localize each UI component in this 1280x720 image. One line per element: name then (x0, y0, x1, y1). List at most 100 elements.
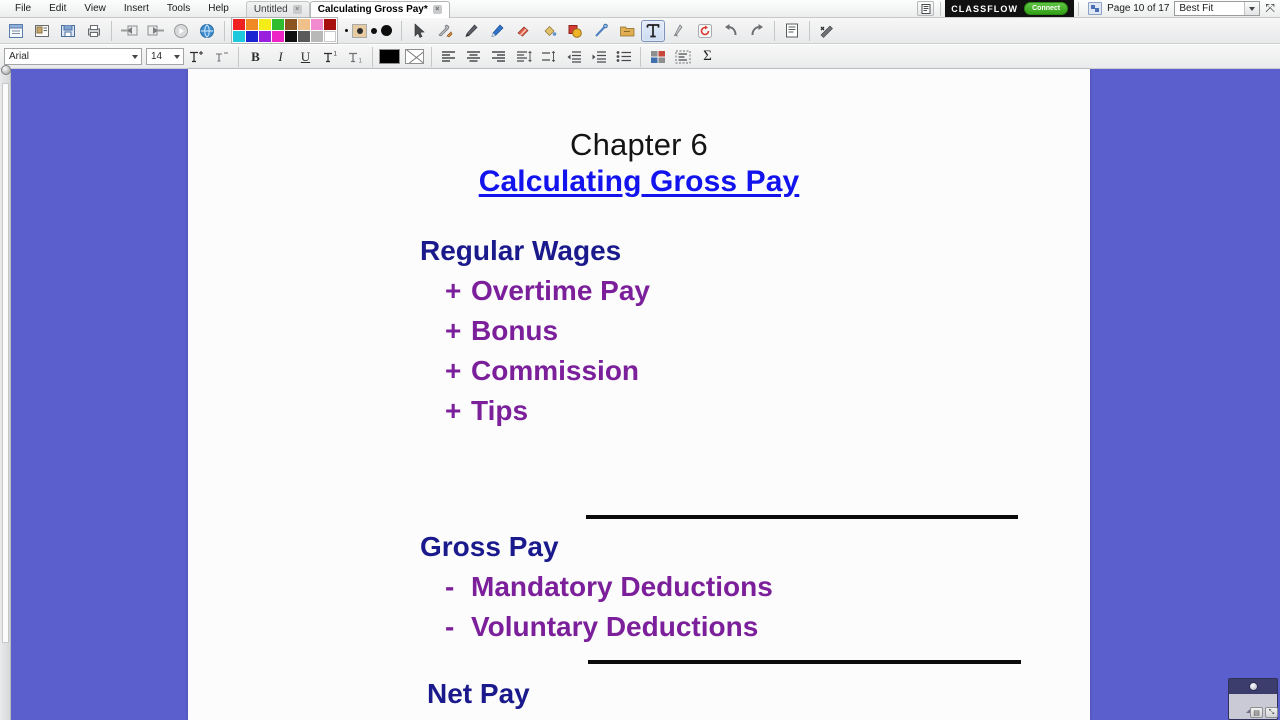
text-color-button[interactable] (378, 47, 401, 67)
align-left-button[interactable] (437, 47, 460, 67)
flipchart-page[interactable]: Chapter 6 Calculating Gross Pay Regular … (188, 69, 1090, 720)
play-button[interactable] (169, 20, 193, 42)
subscript-button[interactable]: 1 (344, 47, 367, 67)
connector-tool[interactable] (589, 20, 613, 42)
browser-button[interactable] (195, 20, 219, 42)
paragraph-spacing-button[interactable] (537, 47, 560, 67)
select-tool[interactable] (407, 20, 431, 42)
pen-tool[interactable] (459, 20, 483, 42)
pen-width-current[interactable] (352, 23, 367, 38)
open-flipchart-button[interactable] (30, 20, 54, 42)
fullscreen-icon[interactable]: ⤧ (1260, 1, 1280, 16)
palette-swatch-5[interactable] (298, 19, 310, 30)
palette-swatch-14[interactable] (311, 31, 323, 42)
gross-line-4[interactable]: + Tips (420, 391, 1060, 431)
menu-view[interactable]: View (75, 1, 115, 17)
chevron-down-icon[interactable] (128, 49, 141, 64)
align-right-button[interactable] (487, 47, 510, 67)
math-tools-button[interactable] (815, 20, 839, 42)
rail-scrollbar[interactable] (2, 83, 9, 643)
close-icon[interactable]: × (432, 5, 442, 14)
increase-indent-button[interactable] (587, 47, 610, 67)
font-family-select[interactable]: Arial (4, 48, 142, 65)
decrease-font-size-button[interactable] (210, 47, 233, 67)
tab-calculating-gross-pay[interactable]: Calculating Gross Pay* × (309, 0, 450, 18)
decrease-indent-button[interactable] (562, 47, 585, 67)
palette-swatch-6[interactable] (311, 19, 323, 30)
palette-swatch-8[interactable] (233, 31, 245, 42)
widget-badge-resize-icon[interactable]: ⤡ (1265, 707, 1278, 718)
save-flipchart-button[interactable] (56, 20, 80, 42)
gross-line-2[interactable]: + Bonus (420, 311, 1060, 351)
gross-line-1[interactable]: + Overtime Pay (420, 271, 1060, 311)
fill-color-button[interactable] (403, 47, 426, 67)
palette-swatch-1[interactable] (246, 19, 258, 30)
toolbox-tool[interactable] (433, 20, 457, 42)
palette-swatch-15[interactable] (324, 31, 336, 42)
palette-swatch-11[interactable] (272, 31, 284, 42)
notes-panel-button[interactable] (917, 1, 935, 16)
menu-insert[interactable]: Insert (115, 1, 158, 17)
palette-swatch-7[interactable] (324, 19, 336, 30)
underline-button[interactable]: U (294, 47, 317, 67)
zoom-fit-select[interactable]: Best Fit (1174, 1, 1261, 16)
color-palette[interactable] (231, 17, 338, 44)
superscript-button[interactable]: 1 (319, 47, 342, 67)
shape-tool[interactable] (563, 20, 587, 42)
palette-swatch-9[interactable] (246, 31, 258, 42)
palette-swatch-3[interactable] (272, 19, 284, 30)
highlighter-tool[interactable] (485, 20, 509, 42)
pen-width-small[interactable] (371, 27, 377, 34)
tab-untitled[interactable]: Untitled × (245, 0, 310, 18)
text-box-button[interactable] (671, 47, 694, 67)
next-page-button[interactable] (143, 20, 167, 42)
palette-swatch-12[interactable] (285, 31, 297, 42)
gross-line-0[interactable]: Regular Wages (420, 231, 1060, 271)
palette-swatch-2[interactable] (259, 19, 271, 30)
print-flipchart-button[interactable] (82, 20, 106, 42)
resource-tool[interactable] (615, 20, 639, 42)
notes-button[interactable] (780, 20, 804, 42)
palette-swatch-13[interactable] (298, 31, 310, 42)
fill-tool[interactable] (537, 20, 561, 42)
new-flipchart-button[interactable] (4, 20, 28, 42)
close-icon[interactable]: × (292, 5, 302, 14)
pen-width-tiny[interactable] (345, 29, 348, 32)
net-line-0[interactable]: Gross Pay (420, 527, 1070, 567)
line-spacing-button[interactable] (512, 47, 535, 67)
palette-swatch-10[interactable] (259, 31, 271, 42)
page-grid-icon[interactable] (1088, 2, 1103, 15)
chevron-down-icon[interactable] (170, 49, 183, 64)
text-tool[interactable] (641, 19, 665, 42)
pen-width-large[interactable] (381, 25, 392, 36)
widget-badge-grid-icon[interactable]: ▤ (1250, 707, 1263, 718)
bold-button[interactable]: B (244, 47, 267, 67)
undo-button[interactable] (719, 20, 743, 42)
clear-tool[interactable] (667, 20, 691, 42)
menu-help[interactable]: Help (199, 1, 238, 17)
italic-button[interactable]: I (269, 47, 292, 67)
menu-file[interactable]: File (6, 1, 40, 17)
net-line-1[interactable]: - Mandatory Deductions (420, 567, 1070, 607)
increase-font-size-button[interactable] (185, 47, 208, 67)
left-rail[interactable] (0, 65, 11, 720)
result-line-0[interactable]: Net Pay (427, 674, 1077, 714)
align-center-button[interactable] (462, 47, 485, 67)
palette-swatch-4[interactable] (285, 19, 297, 30)
chevron-down-icon[interactable] (1244, 2, 1260, 15)
menu-edit[interactable]: Edit (40, 1, 75, 17)
table-button[interactable] (646, 47, 669, 67)
classflow-connect-button[interactable]: Connect (1024, 2, 1069, 15)
net-line-2[interactable]: - Voluntary Deductions (420, 607, 1070, 647)
rail-knob-icon[interactable] (1, 65, 11, 75)
menu-tools[interactable]: Tools (158, 1, 199, 17)
equation-button[interactable]: Σ (696, 47, 719, 67)
previous-page-button[interactable] (117, 20, 141, 42)
reset-page-tool[interactable] (693, 20, 717, 42)
gross-line-3[interactable]: + Commission (420, 351, 1060, 391)
font-size-select[interactable]: 14 (146, 48, 184, 65)
palette-swatch-0[interactable] (233, 19, 245, 30)
eraser-tool[interactable] (511, 20, 535, 42)
bullet-list-button[interactable] (612, 47, 635, 67)
redo-button[interactable] (745, 20, 769, 42)
